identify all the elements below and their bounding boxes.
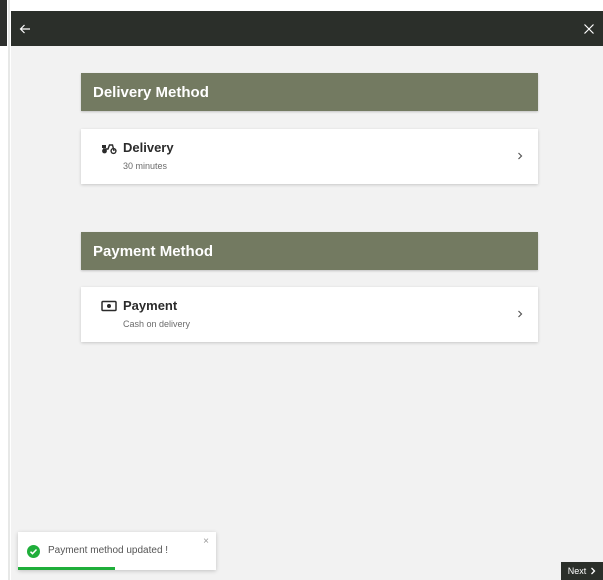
delivery-subtitle: 30 minutes	[123, 161, 168, 171]
back-button[interactable]	[11, 11, 39, 46]
toast-progress-bar	[18, 567, 116, 570]
chevron-right-icon	[518, 310, 523, 318]
close-button[interactable]	[575, 11, 603, 46]
next-button[interactable]: Next	[561, 562, 603, 580]
payment-title: Payment	[123, 298, 178, 313]
top-bar	[11, 11, 603, 46]
chevron-right-icon	[591, 567, 596, 575]
delivery-title: Delivery	[123, 140, 174, 155]
toast-close-icon[interactable]: ×	[203, 536, 209, 547]
toast-notification: Payment method updated ! ×	[18, 532, 216, 570]
next-label: Next	[567, 566, 587, 576]
arrow-left-icon	[19, 24, 30, 33]
payment-card[interactable]: Payment Cash on delivery	[81, 287, 538, 342]
payment-subtitle: Cash on delivery	[123, 319, 191, 329]
checkout-content: Delivery Method Delivery 30 minutes Paym…	[11, 46, 603, 580]
chevron-right-icon	[518, 152, 523, 160]
cash-icon	[101, 300, 117, 312]
scooter-icon	[102, 144, 117, 155]
check-circle-icon	[27, 545, 40, 558]
left-strip	[0, 0, 11, 580]
close-icon	[584, 23, 594, 34]
left-strip-divider	[8, 0, 10, 580]
left-strip-dark-edge	[0, 0, 7, 46]
delivery-card[interactable]: Delivery 30 minutes	[81, 129, 538, 184]
toast-message: Payment method updated !	[48, 545, 169, 556]
delivery-method-header: Delivery Method	[81, 73, 538, 111]
payment-method-header: Payment Method	[81, 232, 538, 270]
